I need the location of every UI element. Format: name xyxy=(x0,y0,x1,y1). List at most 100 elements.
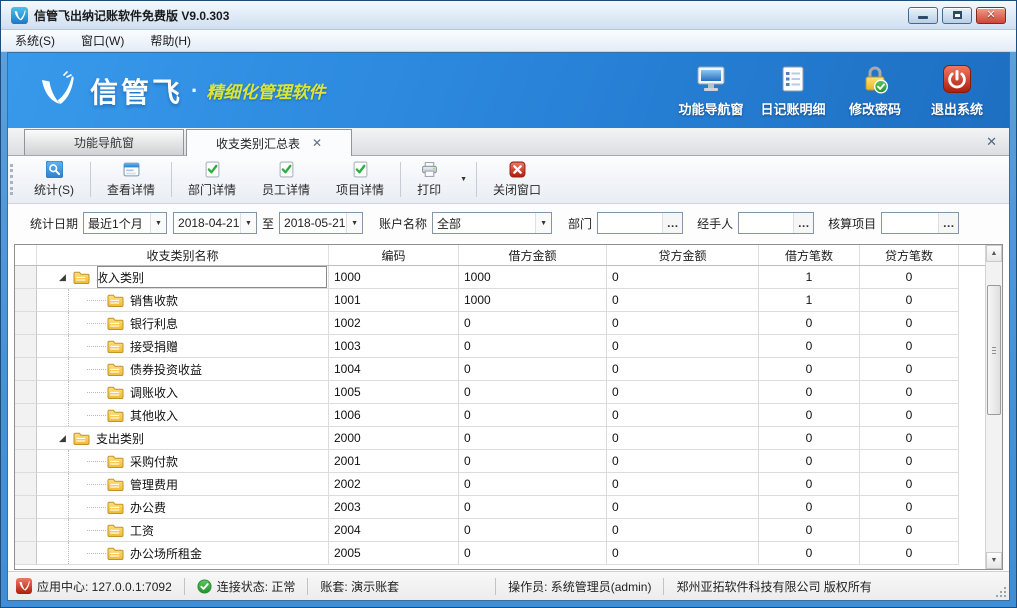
chevron-down-icon[interactable]: ▼ xyxy=(240,213,256,233)
scroll-up-icon[interactable]: ▲ xyxy=(986,245,1002,262)
credit-count-cell[interactable]: 0 xyxy=(860,450,959,473)
code-cell[interactable]: 1001 xyxy=(329,289,459,312)
tab-nav-window[interactable]: 功能导航窗 xyxy=(24,129,184,155)
toolbar-grip[interactable] xyxy=(10,164,19,195)
close-window-button[interactable]: 关闭窗口 xyxy=(480,158,554,201)
code-cell[interactable]: 2004 xyxy=(329,519,459,542)
category-name-cell[interactable]: 销售收款 xyxy=(37,289,329,312)
code-cell[interactable]: 2001 xyxy=(329,450,459,473)
resize-grip-handle[interactable] xyxy=(995,586,1006,597)
category-name-cell[interactable]: 调账收入 xyxy=(37,381,329,404)
credit-amount-cell[interactable]: 0 xyxy=(607,381,759,404)
header-credit-amount[interactable]: 贷方金额 xyxy=(607,245,759,265)
tabbar-close-icon[interactable]: ✕ xyxy=(986,134,997,150)
chevron-down-icon[interactable]: ▼ xyxy=(346,213,362,233)
row-indicator[interactable] xyxy=(15,358,37,381)
debit-amount-cell[interactable]: 0 xyxy=(459,335,607,358)
row-indicator[interactable] xyxy=(15,312,37,335)
debit-amount-cell[interactable]: 1000 xyxy=(459,289,607,312)
handler-picker-button[interactable]: … xyxy=(793,213,813,233)
row-indicator[interactable] xyxy=(15,496,37,519)
code-cell[interactable]: 2003 xyxy=(329,496,459,519)
debit-count-cell[interactable]: 0 xyxy=(759,381,860,404)
row-indicator[interactable] xyxy=(15,381,37,404)
debit-amount-cell[interactable]: 0 xyxy=(459,473,607,496)
maximize-button[interactable] xyxy=(942,7,972,24)
category-name-cell[interactable]: 管理费用 xyxy=(37,473,329,496)
credit-count-cell[interactable]: 0 xyxy=(860,496,959,519)
table-row[interactable]: 办公场所租金20050000 xyxy=(15,542,985,565)
department-details-button[interactable]: 部门详情 xyxy=(175,158,249,201)
close-button[interactable]: ✕ xyxy=(976,7,1006,24)
table-row[interactable]: 接受捐赠10030000 xyxy=(15,335,985,358)
menu-window[interactable]: 窗口(W) xyxy=(81,32,124,49)
header-category-name[interactable]: 收支类别名称 xyxy=(37,245,329,265)
debit-amount-cell[interactable]: 0 xyxy=(459,496,607,519)
debit-count-cell[interactable]: 1 xyxy=(759,266,860,289)
credit-count-cell[interactable]: 0 xyxy=(860,335,959,358)
category-name-cell[interactable]: 债券投资收益 xyxy=(37,358,329,381)
category-name-cell[interactable]: ◢收入类别 xyxy=(37,266,329,289)
credit-amount-cell[interactable]: 0 xyxy=(607,496,759,519)
table-row[interactable]: 调账收入10050000 xyxy=(15,381,985,404)
code-cell[interactable]: 1000 xyxy=(329,266,459,289)
row-indicator[interactable] xyxy=(15,404,37,427)
chevron-down-icon[interactable]: ▼ xyxy=(150,213,166,233)
category-name-cell[interactable]: 办公场所租金 xyxy=(37,542,329,565)
table-row[interactable]: ◢收入类别10001000010 xyxy=(15,266,985,289)
chevron-down-icon[interactable]: ▼ xyxy=(535,213,551,233)
debit-amount-cell[interactable]: 1000 xyxy=(459,266,607,289)
tab-summary-report[interactable]: 收支类别汇总表 ✕ xyxy=(186,129,352,156)
category-name-cell[interactable]: 工资 xyxy=(37,519,329,542)
debit-amount-cell[interactable]: 0 xyxy=(459,519,607,542)
credit-amount-cell[interactable]: 0 xyxy=(607,404,759,427)
print-button[interactable]: 打印 xyxy=(404,158,454,201)
credit-count-cell[interactable]: 0 xyxy=(860,381,959,404)
debit-count-cell[interactable]: 0 xyxy=(759,312,860,335)
change-password-button[interactable]: 修改密码 xyxy=(837,60,913,122)
debit-count-cell[interactable]: 0 xyxy=(759,496,860,519)
scroll-thumb[interactable] xyxy=(987,285,1001,415)
credit-count-cell[interactable]: 0 xyxy=(860,404,959,427)
credit-count-cell[interactable]: 0 xyxy=(860,519,959,542)
debit-count-cell[interactable]: 0 xyxy=(759,404,860,427)
credit-count-cell[interactable]: 0 xyxy=(860,289,959,312)
header-debit-count[interactable]: 借方笔数 xyxy=(759,245,860,265)
debit-amount-cell[interactable]: 0 xyxy=(459,450,607,473)
debit-count-cell[interactable]: 0 xyxy=(759,473,860,496)
debit-amount-cell[interactable]: 0 xyxy=(459,404,607,427)
credit-amount-cell[interactable]: 0 xyxy=(607,473,759,496)
debit-count-cell[interactable]: 0 xyxy=(759,427,860,450)
table-row[interactable]: 工资20040000 xyxy=(15,519,985,542)
credit-count-cell[interactable]: 0 xyxy=(860,358,959,381)
debit-amount-cell[interactable]: 0 xyxy=(459,427,607,450)
expand-collapse-icon[interactable]: ◢ xyxy=(59,434,73,443)
account-select[interactable]: 全部 ▼ xyxy=(432,212,552,234)
expand-collapse-icon[interactable]: ◢ xyxy=(59,273,73,282)
date-to-select[interactable]: 2018-05-21 ▼ xyxy=(279,212,363,234)
employee-details-button[interactable]: 员工详情 xyxy=(249,158,323,201)
code-cell[interactable]: 1003 xyxy=(329,335,459,358)
handler-field[interactable]: … xyxy=(738,212,814,234)
menu-help[interactable]: 帮助(H) xyxy=(150,32,191,49)
credit-count-cell[interactable]: 0 xyxy=(860,312,959,335)
table-row[interactable]: 其他收入10060000 xyxy=(15,404,985,427)
credit-amount-cell[interactable]: 0 xyxy=(607,335,759,358)
debit-amount-cell[interactable]: 0 xyxy=(459,358,607,381)
row-indicator[interactable] xyxy=(15,519,37,542)
code-cell[interactable]: 1002 xyxy=(329,312,459,335)
header-credit-count[interactable]: 贷方笔数 xyxy=(860,245,959,265)
credit-amount-cell[interactable]: 0 xyxy=(607,519,759,542)
table-row[interactable]: ◢支出类别20000000 xyxy=(15,427,985,450)
table-row[interactable]: 债券投资收益10040000 xyxy=(15,358,985,381)
row-indicator[interactable] xyxy=(15,289,37,312)
debit-count-cell[interactable]: 0 xyxy=(759,542,860,565)
credit-amount-cell[interactable]: 0 xyxy=(607,289,759,312)
print-dropdown-button[interactable]: ▼ xyxy=(454,158,473,201)
journal-detail-button[interactable]: 日记账明细 xyxy=(755,60,831,122)
debit-count-cell[interactable]: 1 xyxy=(759,289,860,312)
debit-amount-cell[interactable]: 0 xyxy=(459,381,607,404)
debit-amount-cell[interactable]: 0 xyxy=(459,312,607,335)
table-row[interactable]: 销售收款10011000010 xyxy=(15,289,985,312)
code-cell[interactable]: 2002 xyxy=(329,473,459,496)
